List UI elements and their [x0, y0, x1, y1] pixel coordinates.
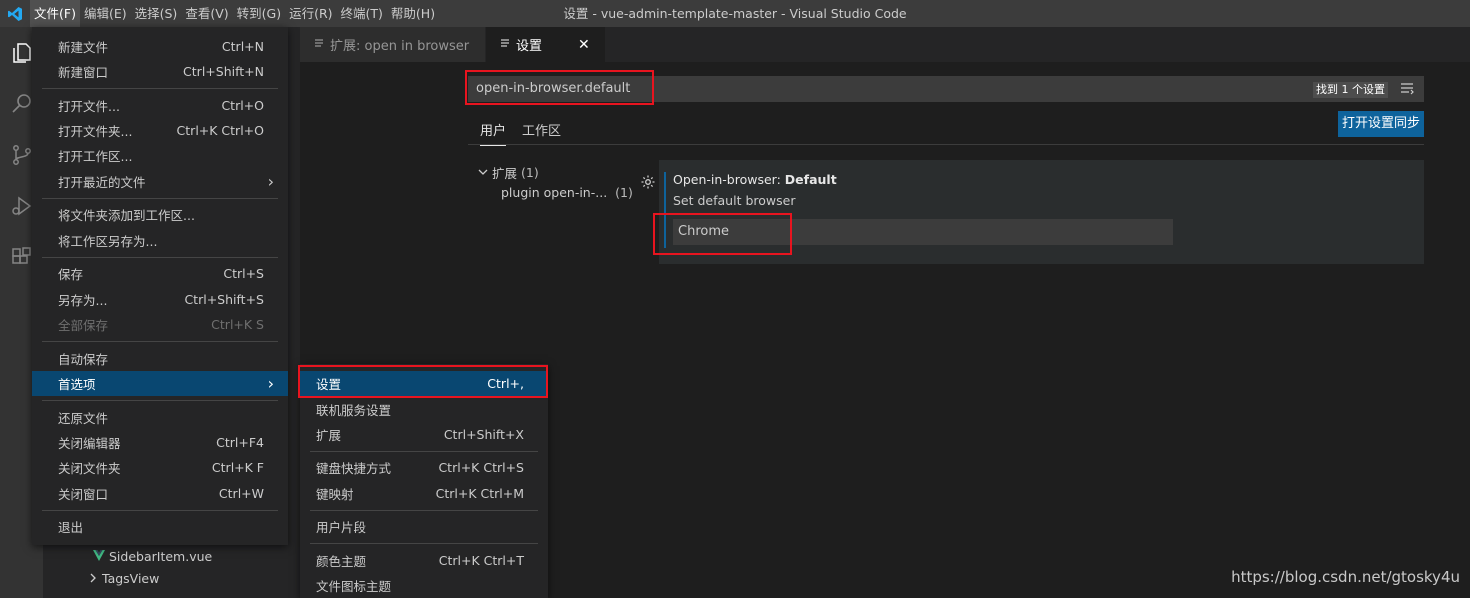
menu-item-add-folder-to-workspace[interactable]: 将文件夹添加到工作区...: [32, 202, 288, 227]
chevron-right-icon: [88, 571, 98, 586]
tab-label: 设置: [516, 39, 543, 54]
settings-scope-tabs: 用户 工作区: [480, 120, 561, 146]
folder-name: TagsView: [102, 571, 160, 586]
chevron-down-icon: [478, 165, 488, 180]
menu-separator: [42, 341, 278, 342]
file-name: SidebarItem.vue: [109, 549, 213, 564]
divider: [468, 144, 1424, 145]
menu-separator: [310, 543, 538, 544]
menu-item-auto-save[interactable]: 自动保存: [32, 346, 288, 371]
menu-separator: [42, 257, 278, 258]
gear-icon[interactable]: [640, 174, 656, 194]
tab-user[interactable]: 用户: [480, 120, 507, 146]
highlight-box: [298, 365, 548, 398]
menu-item-preferences[interactable]: 首选项 ›: [32, 371, 288, 396]
menu-item-open-recent[interactable]: 打开最近的文件 ›: [32, 169, 288, 194]
menu-item-open-workspace[interactable]: 打开工作区...: [32, 143, 288, 168]
menu-help[interactable]: 帮助(H): [387, 0, 439, 27]
folder-item-tagsview[interactable]: TagsView: [88, 571, 159, 586]
file-item-sidebaritem[interactable]: SidebarItem.vue: [93, 549, 212, 564]
settings-file-icon: [500, 37, 510, 52]
menu-terminal[interactable]: 终端(T): [337, 0, 387, 27]
toc-group-label: 扩展: [492, 166, 518, 181]
tab-label: 扩展: open in browser: [330, 39, 470, 54]
menu-item-color-theme[interactable]: 颜色主题 Ctrl+K Ctrl+T: [300, 548, 548, 573]
menu-selection[interactable]: 选择(S): [131, 0, 182, 27]
menu-item-open-file[interactable]: 打开文件... Ctrl+O: [32, 93, 288, 118]
filter-icon[interactable]: [1400, 81, 1414, 99]
setting-description: Set default browser: [673, 193, 796, 208]
menu-go[interactable]: 转到(G): [233, 0, 285, 27]
highlight-box: [465, 70, 654, 105]
menu-item-file-icon-theme[interactable]: 文件图标主题: [300, 573, 548, 598]
menu-item-close-window[interactable]: 关闭窗口 Ctrl+W: [32, 481, 288, 506]
menu-separator: [310, 451, 538, 452]
menu-separator: [42, 198, 278, 199]
menu-item-exit[interactable]: 退出: [32, 514, 288, 539]
toc-item-plugin[interactable]: plugin open-in-... (1): [501, 185, 633, 200]
file-menu: 新建文件 Ctrl+N 新建窗口 Ctrl+Shift+N 打开文件... Ctrl+…: [32, 27, 288, 545]
title-bar: 文件(F) 编辑(E) 选择(S) 查看(V) 转到(G) 运行(R) 终端(T…: [0, 0, 1470, 27]
menu-separator: [42, 88, 278, 89]
menu-edit[interactable]: 编辑(E): [80, 0, 131, 27]
tab-extension-open-in-browser[interactable]: 扩展: open in browser: [300, 27, 486, 62]
menu-item-close-folder[interactable]: 关闭文件夹 Ctrl+K F: [32, 455, 288, 480]
menu-item-user-snippets[interactable]: 用户片段: [300, 514, 548, 539]
menu-item-save[interactable]: 保存 Ctrl+S: [32, 261, 288, 286]
menu-item-save-as[interactable]: 另存为... Ctrl+Shift+S: [32, 287, 288, 312]
menu-view[interactable]: 查看(V): [181, 0, 232, 27]
menu-run[interactable]: 运行(R): [285, 0, 336, 27]
tab-settings[interactable]: 设置 ✕: [486, 27, 606, 62]
vscode-logo-icon: [0, 0, 30, 27]
close-icon[interactable]: ✕: [578, 37, 590, 53]
menu-item-open-folder[interactable]: 打开文件夹... Ctrl+K Ctrl+O: [32, 118, 288, 143]
menu-item-extensions[interactable]: 扩展 Ctrl+Shift+X: [300, 422, 548, 447]
tab-workspace[interactable]: 工作区: [522, 120, 561, 146]
menu-item-new-window[interactable]: 新建窗口 Ctrl+Shift+N: [32, 59, 288, 84]
menu-item-keymaps[interactable]: 键映射 Ctrl+K Ctrl+M: [300, 481, 548, 506]
menu-item-revert-file[interactable]: 还原文件: [32, 405, 288, 430]
preview-icon: [314, 37, 324, 52]
menu-bar: 文件(F) 编辑(E) 选择(S) 查看(V) 转到(G) 运行(R) 终端(T…: [30, 0, 439, 27]
menu-separator: [42, 510, 278, 511]
toc-item-count: (1): [615, 185, 633, 200]
preferences-submenu: 设置 Ctrl+, 联机服务设置 扩展 Ctrl+Shift+X 键盘快捷方式 Ctr…: [300, 364, 548, 598]
setting-title: Open-in-browser: Default: [673, 172, 837, 187]
results-count-badge: 找到 1 个设置: [1313, 82, 1388, 98]
chevron-right-icon: ›: [267, 374, 274, 393]
vue-file-icon: [93, 549, 105, 564]
menu-item-new-file[interactable]: 新建文件 Ctrl+N: [32, 34, 288, 59]
settings-sync-button[interactable]: 打开设置同步: [1338, 111, 1424, 137]
menu-item-save-workspace-as[interactable]: 将工作区另存为...: [32, 228, 288, 253]
menu-separator: [310, 510, 538, 511]
highlight-box: [653, 213, 792, 255]
toc-group-count: (1): [521, 165, 539, 180]
chevron-right-icon: ›: [267, 172, 274, 191]
watermark: https://blog.csdn.net/gtosky4u: [1231, 568, 1460, 586]
menu-separator: [42, 400, 278, 401]
menu-file[interactable]: 文件(F): [30, 0, 80, 27]
menu-item-close-editor[interactable]: 关闭编辑器 Ctrl+F4: [32, 430, 288, 455]
editor-tabs: 扩展: open in browser 设置 ✕: [300, 27, 1470, 62]
menu-item-save-all[interactable]: 全部保存 Ctrl+K S: [32, 312, 288, 337]
menu-item-online-services-settings[interactable]: 联机服务设置: [300, 397, 548, 422]
menu-item-keyboard-shortcuts[interactable]: 键盘快捷方式 Ctrl+K Ctrl+S: [300, 455, 548, 480]
toc-group-extensions[interactable]: 扩展 (1): [478, 163, 539, 182]
toc-item-label: plugin open-in-...: [501, 185, 608, 200]
